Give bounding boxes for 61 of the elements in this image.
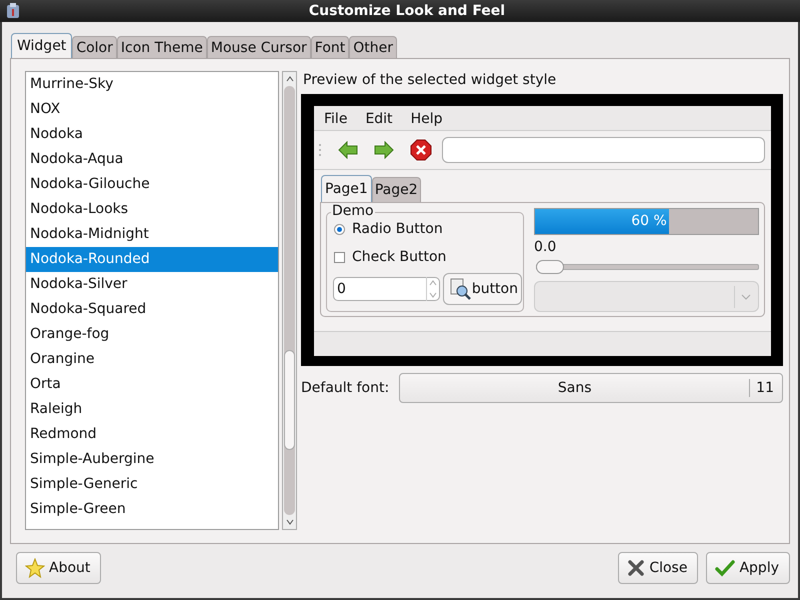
magnifier-icon xyxy=(448,278,471,300)
scroll-up-icon[interactable] xyxy=(284,74,296,84)
font-button[interactable]: Sans 11 xyxy=(399,373,783,403)
scroll-down-icon[interactable] xyxy=(284,517,296,527)
tab[interactable]: Mouse Cursor xyxy=(206,36,311,58)
theme-item[interactable]: Nodoka xyxy=(26,122,278,147)
theme-item[interactable]: Murrine-Sky xyxy=(26,72,278,97)
theme-item[interactable]: Nodoka-Squared xyxy=(26,297,278,322)
theme-item[interactable]: Redmond xyxy=(26,422,278,447)
theme-item[interactable]: Nodoka-Aqua xyxy=(26,147,278,172)
preview-label: Preview of the selected widget style xyxy=(303,72,558,88)
forward-arrow-icon[interactable] xyxy=(374,141,394,159)
theme-item[interactable]: Orangine xyxy=(26,347,278,372)
close-button[interactable]: Close xyxy=(618,552,698,584)
app-icon xyxy=(6,3,20,19)
theme-item[interactable]: Raleigh xyxy=(26,397,278,422)
spin-field[interactable]: 0 xyxy=(333,277,440,301)
tab[interactable]: Page1 xyxy=(321,175,372,202)
tab[interactable]: Color xyxy=(72,36,117,58)
tab[interactable]: Icon Theme xyxy=(116,36,207,58)
theme-item[interactable]: Orta xyxy=(26,372,278,397)
spin-arrows-icon[interactable] xyxy=(426,277,439,301)
tab[interactable]: Widget xyxy=(11,33,72,58)
apply-button[interactable]: Apply xyxy=(706,552,790,584)
slider-thumb[interactable] xyxy=(536,260,564,274)
back-arrow-icon[interactable] xyxy=(338,141,358,159)
text-field[interactable] xyxy=(442,137,765,163)
star-icon xyxy=(25,558,45,578)
theme-item[interactable]: Nodoka-Gilouche xyxy=(26,172,278,197)
radio-button[interactable] xyxy=(334,224,345,234)
checkbox-label: Check Button xyxy=(352,249,446,265)
theme-item[interactable]: Nodoka-Looks xyxy=(26,197,278,222)
about-button[interactable]: About xyxy=(16,552,102,584)
slider-value: 0.0 xyxy=(534,238,558,256)
menu-item[interactable]: Edit xyxy=(365,111,393,127)
theme-item[interactable]: Orange-fog xyxy=(26,322,278,347)
theme-item[interactable]: Nodoka-Silver xyxy=(26,272,278,297)
radio-label: Radio Button xyxy=(352,221,443,237)
stop-icon[interactable] xyxy=(410,139,432,161)
toolbar-grip-icon xyxy=(318,142,322,158)
demo-button[interactable]: button xyxy=(442,273,522,305)
tab[interactable]: Font xyxy=(310,36,350,58)
progress-text: 60 % xyxy=(630,212,668,231)
checkmark-icon xyxy=(715,559,736,577)
scrollbar[interactable] xyxy=(282,71,297,530)
scroll-thumb[interactable] xyxy=(284,350,295,450)
theme-item[interactable]: Simple-Green xyxy=(26,497,278,522)
menu-item[interactable]: Help xyxy=(410,111,442,127)
default-font-label: Default font: xyxy=(301,380,390,396)
window-title: Customize Look and Feel xyxy=(308,3,506,19)
theme-item[interactable]: Nodoka-Midnight xyxy=(26,222,278,247)
checkbox[interactable] xyxy=(334,252,345,262)
theme-item[interactable]: Simple-Generic xyxy=(26,472,278,497)
theme-item[interactable]: NOX xyxy=(26,97,278,122)
theme-item[interactable]: Simple-Aubergine xyxy=(26,447,278,472)
close-icon xyxy=(627,559,646,577)
tab[interactable]: Other xyxy=(349,36,398,58)
tab[interactable]: Page2 xyxy=(372,177,421,202)
theme-item[interactable]: Nodoka-Rounded xyxy=(26,247,278,272)
menu-item[interactable]: File xyxy=(324,111,348,127)
slider[interactable] xyxy=(536,260,759,274)
